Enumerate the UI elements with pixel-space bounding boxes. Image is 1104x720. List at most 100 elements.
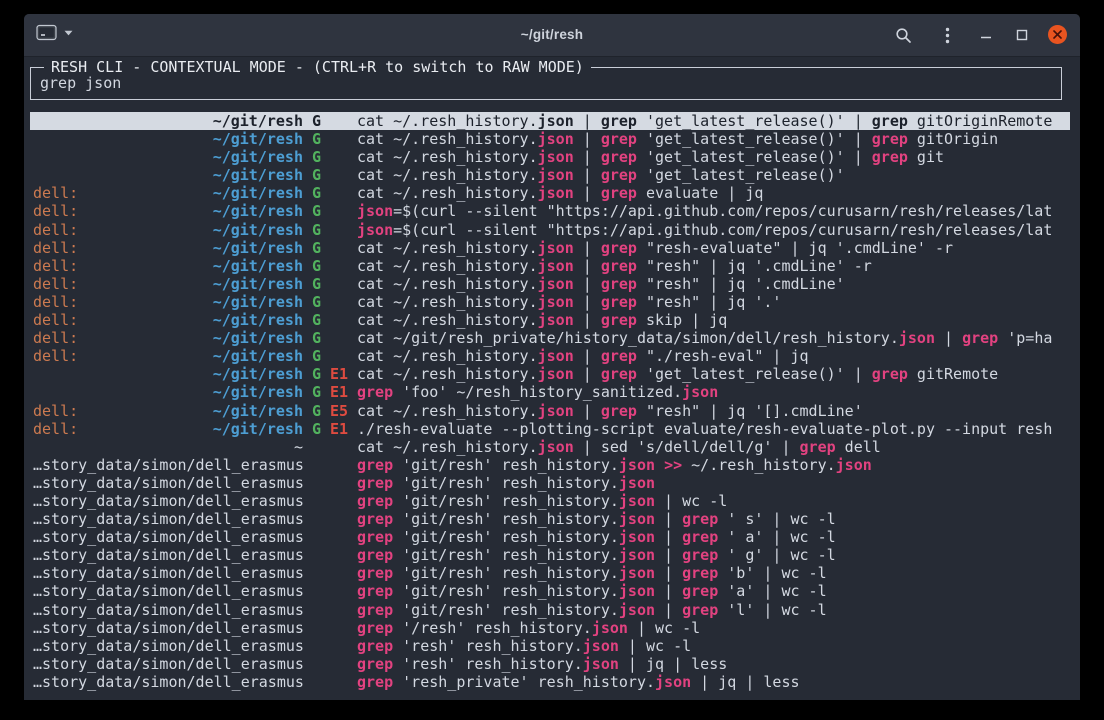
command-text: grep 'foo' ~/resh_history_sanitized.json: [357, 383, 1070, 401]
flags: G: [303, 148, 357, 166]
match-highlight: json: [619, 564, 655, 582]
match-highlight: grep: [872, 112, 908, 130]
terminal-content[interactable]: RESH CLI - CONTEXTUAL MODE - (CTRL+R to …: [24, 57, 1080, 700]
history-row[interactable]: …story_data/simon/dell_erasmusgrep 'git/…: [30, 456, 1070, 474]
history-row[interactable]: …story_data/simon/dell_erasmusgrep 'git/…: [30, 564, 1070, 582]
history-row[interactable]: ~/git/reshGcat ~/.resh_history.json | gr…: [30, 130, 1070, 148]
flags: G: [303, 257, 357, 275]
history-row[interactable]: ~/git/reshGE1cat ~/.resh_history.json | …: [30, 365, 1070, 383]
command-text: json=$(curl --silent "https://api.github…: [357, 202, 1070, 220]
dir-label: ~/git/resh: [213, 365, 303, 383]
history-row[interactable]: dell:~/git/reshGcat ~/.resh_history.json…: [30, 311, 1070, 329]
command-text: cat ~/.resh_history.json | grep "resh" |…: [357, 275, 1070, 293]
flags: [303, 655, 357, 673]
row-left: dell:~/git/resh: [33, 275, 303, 293]
command-text: cat ~/.resh_history.json | grep skip | j…: [357, 311, 1070, 329]
history-row[interactable]: dell: ~/git/resh Gcat ~/.resh_history.json…: [30, 184, 1070, 202]
row-left: ~/git/resh: [33, 383, 303, 401]
history-row[interactable]: …story_data/simon/dell_erasmusgrep 'git/…: [30, 528, 1070, 546]
command-text: cat ~/.resh_history.json | grep 'get_lat…: [357, 112, 1070, 130]
history-row[interactable]: dell:~/git/reshGcat ~/.resh_history.json…: [30, 257, 1070, 275]
history-row[interactable]: …story_data/simon/dell_erasmusgrep 'git/…: [30, 474, 1070, 492]
search-icon[interactable]: [895, 27, 912, 44]
history-row[interactable]: dell:~/git/reshGcat ~/.resh_history.json…: [30, 293, 1070, 311]
host-label: dell:: [33, 184, 78, 202]
flag-git-ok: G: [312, 130, 321, 148]
row-left: …story_data/simon/dell_erasmus: [33, 456, 303, 474]
history-row[interactable]: dell:~/git/reshGcat ~/.resh_history.json…: [30, 275, 1070, 293]
history-row[interactable]: dell:~/git/reshGE1./resh-evaluate --plot…: [30, 420, 1070, 438]
history-row[interactable]: dell:~/git/reshGcat ~/.resh_history.json…: [30, 347, 1070, 365]
dir-label: …story_data/simon/dell_erasmus: [33, 619, 303, 637]
search-box: RESH CLI - CONTEXTUAL MODE - (CTRL+R to …: [30, 67, 1062, 100]
history-row[interactable]: …story_data/simon/dell_erasmusgrep 'git/…: [30, 582, 1070, 600]
command-text: cat ~/.resh_history.json | grep evaluate…: [357, 184, 1070, 202]
kebab-menu-icon[interactable]: [945, 27, 950, 44]
match-highlight: json: [538, 130, 574, 148]
flag-git-ok: G: [312, 365, 321, 383]
command-text: grep 'git/resh' resh_history.json | wc -…: [357, 492, 1070, 510]
dir-label: ~/git/resh: [213, 347, 303, 365]
match-highlight: grep: [357, 383, 393, 401]
match-highlight: json: [538, 112, 574, 130]
match-highlight: grep: [601, 365, 637, 383]
history-row[interactable]: …story_data/simon/dell_erasmusgrep 'resh…: [30, 655, 1070, 673]
flag-git-ok: G: [312, 239, 321, 257]
row-left: …story_data/simon/dell_erasmus: [33, 619, 303, 637]
flag-git-ok: G: [312, 184, 321, 202]
command-text: cat ~/.resh_history.json | grep 'get_lat…: [357, 148, 1070, 166]
titlebar[interactable]: ~/git/resh: [24, 14, 1080, 57]
host-label: dell:: [33, 221, 78, 239]
flags: G: [303, 347, 357, 365]
history-row[interactable]: …story_data/simon/dell_erasmusgrep 'git/…: [30, 492, 1070, 510]
flags: G: [303, 202, 357, 220]
history-row[interactable]: dell:~/git/reshGcat ~/.resh_history.json…: [30, 239, 1070, 257]
history-row[interactable]: …story_data/simon/dell_erasmusgrep 'git/…: [30, 601, 1070, 619]
history-row[interactable]: …story_data/simon/dell_erasmusgrep '/res…: [30, 619, 1070, 637]
match-highlight: grep: [682, 582, 718, 600]
command-text: cat ~/.resh_history.json | grep 'get_lat…: [357, 365, 1070, 383]
flags: G: [303, 184, 357, 202]
history-row[interactable]: dell:~/git/reshGE5cat ~/.resh_history.js…: [30, 402, 1070, 420]
history-row[interactable]: …story_data/simon/dell_erasmusgrep 'git/…: [30, 510, 1070, 528]
match-highlight: grep: [357, 528, 393, 546]
history-row[interactable]: ~cat ~/.resh_history.json | sed 's/dell/…: [30, 438, 1070, 456]
history-row[interactable]: ~/git/reshGcat ~/.resh_history.json | gr…: [30, 148, 1070, 166]
command-text: grep 'git/resh' resh_history.json: [357, 474, 1070, 492]
restore-icon[interactable]: [1016, 29, 1028, 41]
match-highlight: json: [592, 619, 628, 637]
minimize-icon[interactable]: [980, 28, 992, 42]
dir-label: ~: [294, 438, 303, 456]
row-left: dell:~/git/resh: [33, 202, 303, 220]
close-icon[interactable]: [1048, 25, 1067, 44]
flags: G: [303, 221, 357, 239]
history-row[interactable]: ~/git/reshGE1grep 'foo' ~/resh_history_s…: [30, 383, 1070, 401]
history-row[interactable]: dell:~/git/reshGcat ~/git/resh_private/h…: [30, 329, 1070, 347]
host-label: dell:: [33, 347, 78, 365]
flags: GE1: [303, 383, 357, 401]
terminal-menu-button[interactable]: [36, 24, 73, 42]
history-row[interactable]: dell:~/git/reshGjson=$(curl --silent "ht…: [30, 221, 1070, 239]
dir-label: ~/git/resh: [213, 184, 303, 202]
flags: G: [303, 293, 357, 311]
history-row[interactable]: ~/git/reshGcat ~/.resh_history.json | gr…: [30, 112, 1070, 130]
command-text: grep 'git/resh' resh_history.json | grep…: [357, 564, 1070, 582]
match-highlight: json: [538, 257, 574, 275]
dir-label: …story_data/simon/dell_erasmus: [33, 655, 303, 673]
match-highlight: grep: [601, 130, 637, 148]
flags: [303, 582, 357, 600]
history-row[interactable]: …story_data/simon/dell_erasmusgrep 'resh…: [30, 673, 1070, 691]
history-row[interactable]: …story_data/simon/dell_erasmusgrep 'resh…: [30, 637, 1070, 655]
history-row[interactable]: …story_data/simon/dell_erasmusgrep 'git/…: [30, 546, 1070, 564]
match-highlight: json: [538, 184, 574, 202]
row-left: ~/git/resh: [33, 148, 303, 166]
history-row[interactable]: dell:~/git/reshGjson=$(curl --silent "ht…: [30, 202, 1070, 220]
dir-label: ~/git/resh: [213, 130, 303, 148]
match-highlight: grep: [357, 582, 393, 600]
flags: [303, 510, 357, 528]
row-left: dell: ~/git/resh: [33, 184, 303, 202]
command-text: cat ~/.resh_history.json | grep 'get_lat…: [357, 166, 1070, 184]
history-row[interactable]: ~/git/reshGcat ~/.resh_history.json | gr…: [30, 166, 1070, 184]
match-highlight: json: [619, 510, 655, 528]
match-highlight: json: [538, 293, 574, 311]
